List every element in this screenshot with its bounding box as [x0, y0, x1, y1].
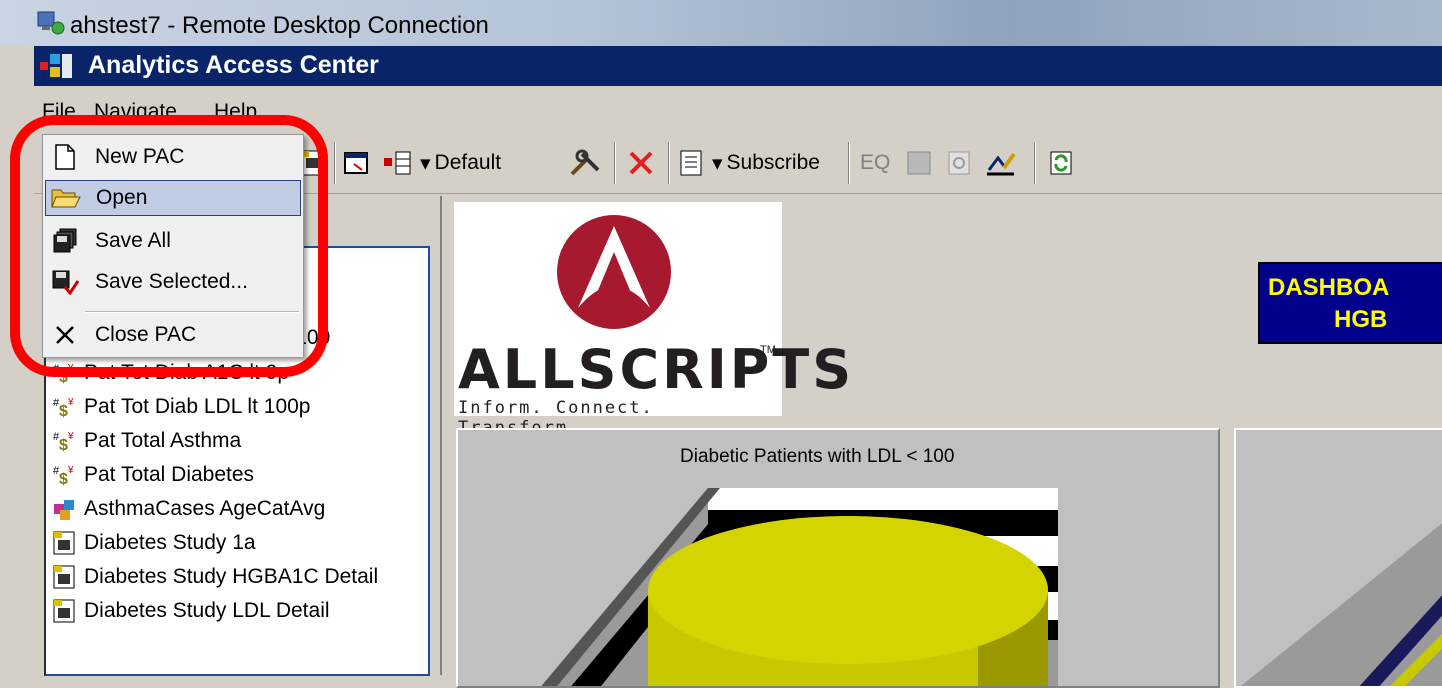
report-icon: [52, 564, 78, 590]
cube-icon: [52, 496, 78, 522]
window-icon: [344, 152, 368, 174]
menu-file[interactable]: File: [42, 100, 76, 124]
menu-item-label: Save All: [95, 229, 171, 252]
report-icon: [52, 530, 78, 556]
list-item-label: Diabetes Study LDL Detail: [84, 599, 330, 622]
delete-button[interactable]: [626, 146, 656, 180]
logo-emblem: [557, 215, 671, 329]
rdp-title-bar[interactable]: ahstest7 - Remote Desktop Connection: [0, 0, 1442, 46]
menu-new-pac[interactable]: New PAC: [45, 139, 301, 175]
dashboard-title-box: DASHBOA HGB: [1258, 262, 1442, 344]
toolbar-separator: [1034, 142, 1036, 184]
subscribe-icon: [680, 150, 702, 176]
layout-icon: [384, 151, 411, 175]
list-item[interactable]: Diabetes Study LDL Detail: [52, 598, 330, 624]
eq-button[interactable]: EQ: [860, 146, 890, 180]
list-item[interactable]: Diabetes Study HGBA1C Detail: [52, 564, 378, 590]
list-item-label: Diabetes Study HGBA1C Detail: [84, 565, 379, 588]
svg-text:$: $: [59, 471, 68, 488]
toolbar-separator: [848, 142, 850, 184]
metric-icon: # $ ¥: [52, 394, 78, 420]
menu-open[interactable]: Open: [45, 180, 301, 216]
tools-icon: [570, 149, 600, 176]
refresh-disabled-icon: [948, 151, 970, 175]
svg-text:¥: ¥: [67, 431, 74, 442]
remote-desktop-icon: [37, 11, 65, 35]
menu-help[interactable]: Help: [214, 100, 257, 124]
list-item-label: Pat Total Diabetes: [84, 463, 255, 486]
menu-close-pac[interactable]: Close PAC: [45, 317, 301, 353]
toolbar-separator: [334, 142, 336, 184]
menu-save-selected[interactable]: Save Selected...: [45, 264, 301, 300]
list-item-label: Pat Tot Diab LDL lt 100p: [84, 395, 311, 418]
menu-save-all[interactable]: Save All: [45, 223, 301, 259]
metric-icon: # $ ¥: [52, 462, 78, 488]
subscribe-label: Subscribe: [726, 151, 820, 174]
toolbar-separator: [614, 142, 616, 184]
cylinder-chart: [541, 488, 1058, 686]
menu-item-label: Open: [96, 186, 148, 209]
svg-text:¥: ¥: [67, 397, 74, 408]
disabled-button-2[interactable]: [944, 146, 974, 180]
refresh-icon: [1050, 151, 1072, 175]
delete-icon: [629, 151, 653, 175]
chart-title: Diabetic Patients with LDL < 100: [680, 446, 955, 467]
refresh-button[interactable]: [1046, 146, 1076, 180]
window-toolbar-button[interactable]: [342, 146, 372, 180]
dashboard-title-line1: DASHBOA: [1268, 274, 1390, 301]
svg-text:¥: ¥: [67, 465, 74, 476]
secondary-chart-panel[interactable]: [1234, 428, 1442, 688]
menu-item-label: Close PAC: [95, 323, 197, 346]
rdp-window-title: ahstest7 - Remote Desktop Connection: [70, 12, 489, 39]
open-folder-icon: [46, 183, 86, 213]
list-item[interactable]: # $ ¥ Pat Total Diabetes: [52, 462, 254, 488]
list-item[interactable]: # $ ¥ Pat Tot Diab LDL lt 100p: [52, 394, 310, 420]
disabled-button-1[interactable]: [904, 146, 934, 180]
list-item-label: Diabetes Study 1a: [84, 531, 256, 554]
svg-text:$: $: [59, 437, 68, 454]
chart-edit-button[interactable]: [984, 146, 1018, 180]
svg-text:$: $: [59, 403, 68, 420]
list-item-label: Pat Total Asthma: [84, 429, 242, 452]
file-dropdown-menu: New PAC Open Save All Save Selected... C…: [42, 134, 304, 358]
chart-edit-icon: [987, 152, 1016, 176]
list-item-label: Pat Tot Diab A1C lt 9p: [84, 361, 290, 384]
allscripts-logo: ALLSCRIPTS TM Inform. Connect. Transform…: [454, 202, 851, 438]
toolbar-separator: [668, 142, 670, 184]
new-page-icon: [45, 142, 85, 172]
secondary-chart: [1240, 523, 1442, 686]
app-window-title: Analytics Access Center: [88, 51, 379, 79]
save-all-icon: [45, 226, 85, 256]
dashboard-title-line2: HGB: [1334, 306, 1388, 333]
report-icon: [52, 598, 78, 624]
close-icon: [45, 320, 85, 350]
menu-separator: [85, 311, 299, 313]
app-title-bar[interactable]: Analytics Access Center: [34, 46, 1442, 86]
svg-text:¥: ¥: [67, 363, 74, 374]
menu-bar: File Navigate Help: [34, 86, 1442, 130]
menu-item-label: Save Selected...: [95, 270, 248, 293]
list-item-label: AsthmaCases AgeCatAvg: [84, 497, 326, 520]
list-item[interactable]: Diabetes Study 1a: [52, 530, 256, 556]
ldl-chart-panel[interactable]: Diabetic Patients with LDL < 100: [456, 428, 1220, 688]
metric-icon: # $ ¥: [52, 428, 78, 454]
menu-item-label: New PAC: [95, 145, 185, 168]
save-selected-icon: [45, 267, 85, 297]
default-layout-button[interactable]: ▾ Default: [382, 146, 501, 180]
tools-button[interactable]: [568, 146, 604, 180]
database-icon: [907, 151, 931, 175]
list-item[interactable]: # $ ¥ Pat Tot Diab A1C lt 9p: [52, 360, 289, 386]
logo-wordmark: ALLSCRIPTS: [458, 338, 855, 401]
logo-trademark: TM: [760, 344, 776, 356]
subscribe-button[interactable]: ▾ Subscribe: [678, 146, 820, 180]
menu-navigate[interactable]: Navigate: [94, 100, 177, 124]
metric-icon: # $ ¥: [52, 360, 78, 386]
dashboard-pane: ALLSCRIPTS TM Inform. Connect. Transform…: [440, 196, 1442, 688]
app-icon: [40, 54, 72, 78]
default-label: Default: [434, 151, 502, 174]
eq-icon: EQ: [860, 151, 891, 174]
svg-text:$: $: [59, 369, 68, 386]
list-item[interactable]: AsthmaCases AgeCatAvg: [52, 496, 325, 522]
list-item[interactable]: # $ ¥ Pat Total Asthma: [52, 428, 241, 454]
